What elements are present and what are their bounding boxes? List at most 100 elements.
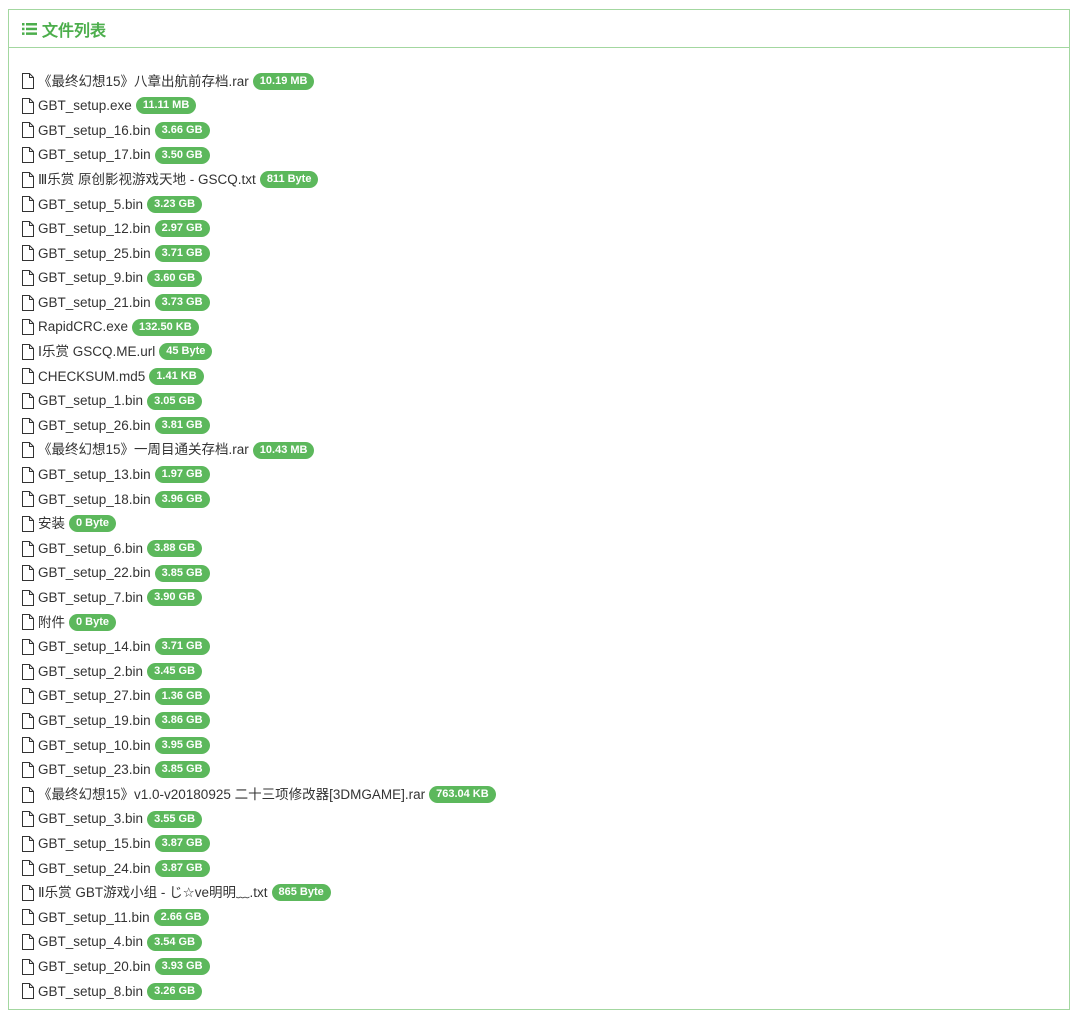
- file-size-badge: 3.87 GB: [154, 859, 210, 877]
- file-name[interactable]: GBT_setup_15.bin: [38, 837, 151, 851]
- file-name[interactable]: Ⅰ乐赏 GSCQ.ME.url: [38, 345, 155, 359]
- file-name[interactable]: CHECKSUM.md5: [38, 370, 145, 384]
- file-name[interactable]: GBT_setup_22.bin: [38, 566, 151, 580]
- file-size-badge: 0 Byte: [69, 515, 117, 533]
- file-name[interactable]: GBT_setup_7.bin: [38, 591, 143, 605]
- file-list-item[interactable]: GBT_setup_14.bin 3.71 GB: [21, 635, 1069, 660]
- file-icon: [21, 196, 35, 213]
- file-list-item[interactable]: RapidCRC.exe 132.50 KB: [21, 315, 1069, 340]
- file-name[interactable]: GBT_setup_1.bin: [38, 394, 143, 408]
- file-icon: [21, 319, 35, 336]
- file-size-badge: 3.86 GB: [154, 712, 210, 730]
- file-name[interactable]: 《最终幻想15》八章出航前存档.rar: [38, 75, 249, 89]
- file-list-item[interactable]: GBT_setup_18.bin 3.96 GB: [21, 487, 1069, 512]
- file-name[interactable]: GBT_setup_14.bin: [38, 640, 151, 654]
- file-list-item[interactable]: GBT_setup_17.bin 3.50 GB: [21, 143, 1069, 168]
- file-list: 《最终幻想15》八章出航前存档.rar 10.19 MB GBT_setup.e…: [9, 48, 1069, 1004]
- file-icon: [21, 860, 35, 877]
- file-list-item[interactable]: GBT_setup_26.bin 3.81 GB: [21, 413, 1069, 438]
- file-name[interactable]: GBT_setup_27.bin: [38, 689, 151, 703]
- file-list-item[interactable]: GBT_setup_20.bin 3.93 GB: [21, 954, 1069, 979]
- file-list-item[interactable]: 《最终幻想15》v1.0-v20180925 二十三项修改器[3DMGAME].…: [21, 782, 1069, 807]
- file-icon: [21, 97, 35, 114]
- file-icon: [21, 589, 35, 606]
- file-list-item[interactable]: 附件 0 Byte: [21, 610, 1069, 635]
- file-name[interactable]: 《最终幻想15》v1.0-v20180925 二十三项修改器[3DMGAME].…: [38, 788, 425, 802]
- file-size-badge: 3.95 GB: [154, 736, 210, 754]
- file-name[interactable]: Ⅲ乐赏 原创影视游戏天地 - GSCQ.txt: [38, 173, 256, 187]
- file-name[interactable]: GBT_setup_2.bin: [38, 665, 143, 679]
- file-size-badge: 3.87 GB: [154, 835, 210, 853]
- file-list-item[interactable]: GBT_setup_11.bin 2.66 GB: [21, 905, 1069, 930]
- file-icon: [21, 983, 35, 1000]
- file-list-item[interactable]: GBT_setup_13.bin 1.97 GB: [21, 463, 1069, 488]
- file-name[interactable]: GBT_setup_10.bin: [38, 739, 151, 753]
- file-list-item[interactable]: GBT_setup_15.bin 3.87 GB: [21, 831, 1069, 856]
- file-name[interactable]: GBT_setup_6.bin: [38, 542, 143, 556]
- file-name[interactable]: 安装: [38, 517, 65, 531]
- file-name[interactable]: GBT_setup_9.bin: [38, 271, 143, 285]
- file-name[interactable]: 《最终幻想15》一周目通关存档.rar: [38, 443, 249, 457]
- file-list-item[interactable]: GBT_setup_4.bin 3.54 GB: [21, 930, 1069, 955]
- file-size-badge: 10.19 MB: [252, 72, 315, 90]
- file-list-item[interactable]: CHECKSUM.md5 1.41 KB: [21, 364, 1069, 389]
- file-list-item[interactable]: GBT_setup_7.bin 3.90 GB: [21, 585, 1069, 610]
- file-list-item[interactable]: GBT_setup_19.bin 3.86 GB: [21, 708, 1069, 733]
- file-name[interactable]: GBT_setup_19.bin: [38, 714, 151, 728]
- file-name[interactable]: Ⅱ乐赏 GBT游戏小组 - じ☆ve明明﹏.txt: [38, 886, 268, 900]
- file-name[interactable]: GBT_setup_24.bin: [38, 862, 151, 876]
- file-list-item[interactable]: 安装 0 Byte: [21, 512, 1069, 537]
- file-list-item[interactable]: GBT_setup_21.bin 3.73 GB: [21, 290, 1069, 315]
- file-name[interactable]: GBT_setup_18.bin: [38, 493, 151, 507]
- file-name[interactable]: GBT_setup_16.bin: [38, 124, 151, 138]
- file-name[interactable]: GBT_setup_23.bin: [38, 763, 151, 777]
- file-name[interactable]: GBT_setup_20.bin: [38, 960, 151, 974]
- file-list-item[interactable]: GBT_setup.exe 11.11 MB: [21, 94, 1069, 119]
- file-list-item[interactable]: GBT_setup_23.bin 3.85 GB: [21, 758, 1069, 783]
- file-list-item[interactable]: GBT_setup_27.bin 1.36 GB: [21, 684, 1069, 709]
- file-size-badge: 2.66 GB: [153, 908, 209, 926]
- file-name[interactable]: GBT_setup_26.bin: [38, 419, 151, 433]
- file-list-item[interactable]: Ⅲ乐赏 原创影视游戏天地 - GSCQ.txt 811 Byte: [21, 167, 1069, 192]
- file-list-item[interactable]: GBT_setup_3.bin 3.55 GB: [21, 807, 1069, 832]
- file-list-item[interactable]: 《最终幻想15》八章出航前存档.rar 10.19 MB: [21, 69, 1069, 94]
- file-list-item[interactable]: GBT_setup_9.bin 3.60 GB: [21, 266, 1069, 291]
- file-list-item[interactable]: GBT_setup_12.bin 2.97 GB: [21, 217, 1069, 242]
- file-list-item[interactable]: GBT_setup_6.bin 3.88 GB: [21, 536, 1069, 561]
- file-list-item[interactable]: GBT_setup_24.bin 3.87 GB: [21, 856, 1069, 881]
- file-name[interactable]: GBT_setup_11.bin: [38, 911, 150, 925]
- file-list-item[interactable]: GBT_setup_2.bin 3.45 GB: [21, 659, 1069, 684]
- file-list-item[interactable]: Ⅱ乐赏 GBT游戏小组 - じ☆ve明明﹏.txt 865 Byte: [21, 881, 1069, 906]
- file-name[interactable]: GBT_setup_5.bin: [38, 198, 143, 212]
- file-list-item[interactable]: GBT_setup_8.bin 3.26 GB: [21, 979, 1069, 1004]
- file-list-item[interactable]: Ⅰ乐赏 GSCQ.ME.url 45 Byte: [21, 340, 1069, 365]
- file-name[interactable]: GBT_setup_3.bin: [38, 812, 143, 826]
- file-name[interactable]: GBT_setup_4.bin: [38, 935, 143, 949]
- file-list-item[interactable]: GBT_setup_25.bin 3.71 GB: [21, 241, 1069, 266]
- file-size-badge: 3.23 GB: [147, 195, 203, 213]
- file-list-item[interactable]: GBT_setup_1.bin 3.05 GB: [21, 389, 1069, 414]
- file-name[interactable]: GBT_setup_12.bin: [38, 222, 151, 236]
- file-icon: [21, 368, 35, 385]
- file-size-badge: 3.85 GB: [154, 564, 210, 582]
- file-icon: [21, 909, 35, 926]
- file-name[interactable]: GBT_setup.exe: [38, 99, 132, 113]
- file-name[interactable]: 附件: [38, 616, 65, 630]
- file-name[interactable]: GBT_setup_8.bin: [38, 985, 143, 999]
- file-size-badge: 3.73 GB: [154, 294, 210, 312]
- file-icon: [21, 737, 35, 754]
- file-list-item[interactable]: GBT_setup_10.bin 3.95 GB: [21, 733, 1069, 758]
- file-list-item[interactable]: 《最终幻想15》一周目通关存档.rar 10.43 MB: [21, 438, 1069, 463]
- file-icon: [21, 934, 35, 951]
- file-size-badge: 3.71 GB: [154, 638, 210, 656]
- file-name[interactable]: GBT_setup_21.bin: [38, 296, 151, 310]
- file-list-item[interactable]: GBT_setup_16.bin 3.66 GB: [21, 118, 1069, 143]
- file-list-item[interactable]: GBT_setup_22.bin 3.85 GB: [21, 561, 1069, 586]
- file-name[interactable]: RapidCRC.exe: [38, 320, 128, 334]
- file-name[interactable]: GBT_setup_25.bin: [38, 247, 151, 261]
- file-size-badge: 811 Byte: [259, 171, 319, 189]
- file-list-item[interactable]: GBT_setup_5.bin 3.23 GB: [21, 192, 1069, 217]
- file-name[interactable]: GBT_setup_17.bin: [38, 148, 151, 162]
- file-size-badge: 3.26 GB: [147, 982, 203, 1000]
- file-name[interactable]: GBT_setup_13.bin: [38, 468, 151, 482]
